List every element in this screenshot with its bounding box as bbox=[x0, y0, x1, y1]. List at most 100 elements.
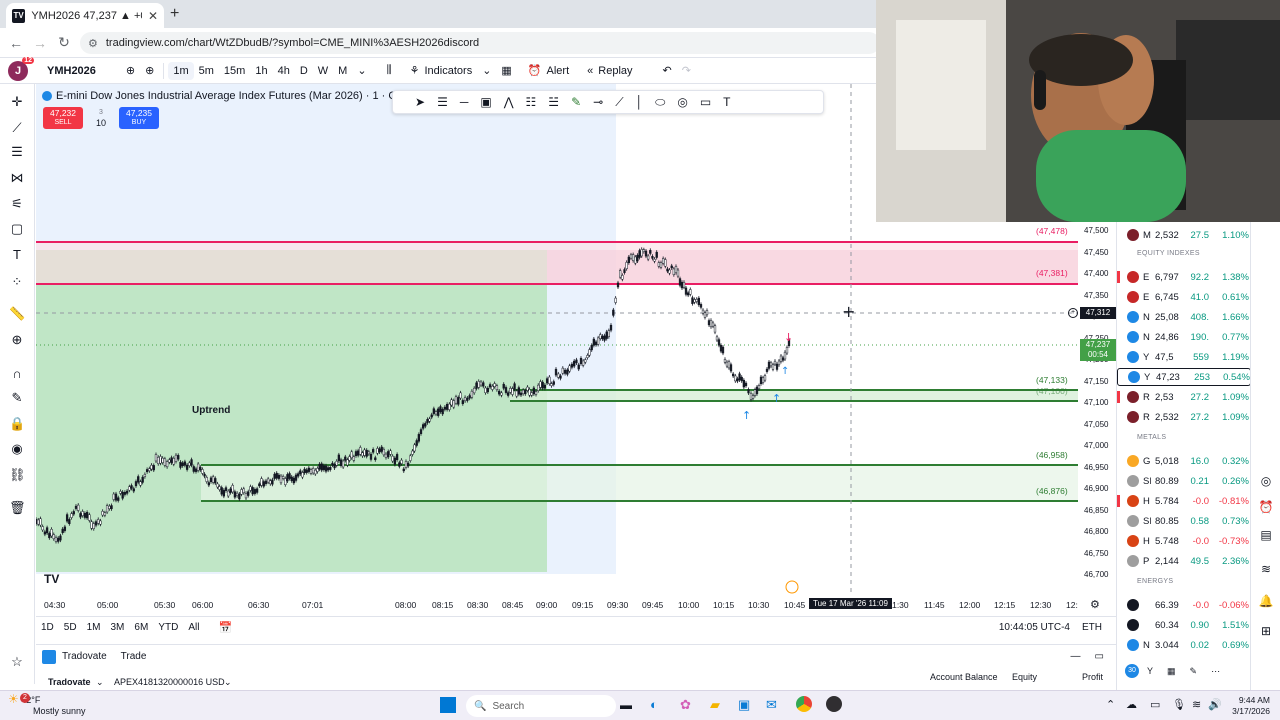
cursor-tool-icon[interactable]: ➤ bbox=[415, 95, 425, 109]
edit-icon[interactable]: ✎ bbox=[1190, 666, 1198, 677]
watchlist-row[interactable]: H 5.784 -0.0 -0.81% bbox=[1117, 492, 1251, 510]
microphone-icon[interactable]: 🎙 bbox=[1172, 698, 1186, 711]
indicators-dropdown-chevron-icon[interactable]: ⌄ bbox=[477, 64, 496, 77]
row-flag-marker[interactable] bbox=[1117, 495, 1120, 507]
trash-icon[interactable]: 🗑 bbox=[9, 500, 26, 516]
chrome-icon[interactable] bbox=[796, 696, 812, 712]
path-icon[interactable]: ⋀ bbox=[504, 95, 514, 109]
session-toggle[interactable]: ETH bbox=[1082, 622, 1102, 633]
replay-button[interactable]: Replay bbox=[598, 65, 637, 77]
apps-grid-icon[interactable]: ⊞ bbox=[1258, 624, 1274, 640]
row-flag-marker[interactable] bbox=[1117, 391, 1120, 403]
minimize-panel-icon[interactable]: — bbox=[1071, 651, 1081, 662]
site-info-icon[interactable]: ⚙ bbox=[88, 37, 98, 50]
account-select[interactable]: APEX4181320000016 USD bbox=[114, 677, 225, 687]
notifications-icon[interactable]: 🔔 bbox=[1258, 594, 1274, 610]
watchlist-row[interactable]: E 6,797 92.2 1.38% bbox=[1117, 268, 1251, 286]
quantity-field[interactable]: 3 10 bbox=[85, 108, 117, 128]
pattern-drawing-icon[interactable]: ⁘ bbox=[9, 274, 25, 290]
trendline-icon[interactable]: ⟋ bbox=[615, 95, 623, 110]
wifi-icon[interactable]: ≋ bbox=[1192, 698, 1201, 711]
rectangle-icon[interactable]: ▣ bbox=[480, 95, 491, 109]
alert-icon[interactable]: ⏰ bbox=[523, 64, 547, 77]
data-window-icon[interactable]: ▤ bbox=[1258, 528, 1274, 544]
trend-line-tool-icon[interactable]: ⟋ bbox=[9, 120, 25, 136]
row-flag-marker[interactable] bbox=[1117, 271, 1120, 283]
watchlist-row[interactable]: 66.39 -0.0 -0.06% bbox=[1117, 596, 1251, 614]
interval-dropdown-chevron-icon[interactable]: ⌄ bbox=[352, 64, 371, 77]
forecast-tool-icon[interactable]: ⚟ bbox=[9, 196, 25, 212]
watchlist-row[interactable]: E 6,745 41.0 0.61% bbox=[1117, 288, 1251, 306]
layout-icon[interactable]: ▦ bbox=[1167, 666, 1176, 677]
range-button-3m[interactable]: 3M bbox=[106, 622, 130, 633]
range-button-1d[interactable]: 1D bbox=[36, 622, 59, 633]
watchlist-star-icon[interactable]: ☆ bbox=[9, 654, 25, 670]
watchlist-section-header[interactable]: METALS bbox=[1125, 434, 1166, 441]
watchlist-row[interactable]: R 2,532 27.2 1.09% bbox=[1117, 408, 1251, 426]
account-select-chevron-icon[interactable]: ⌄ bbox=[224, 677, 232, 688]
watchlist-row[interactable]: N 3.044 0.02 0.69% bbox=[1117, 636, 1251, 654]
vertical-line-icon[interactable]: │ bbox=[636, 95, 644, 109]
back-icon[interactable]: ← bbox=[4, 35, 28, 51]
watchlist-row[interactable]: N 25,08 408. 1.66% bbox=[1117, 308, 1251, 326]
ruler-icon[interactable]: 📏 bbox=[9, 306, 25, 322]
obs-icon[interactable] bbox=[826, 696, 842, 712]
horizontal-ray-icon[interactable]: ⊸ bbox=[593, 95, 603, 109]
channel-icon[interactable]: ☷ bbox=[526, 95, 537, 109]
range-button-all[interactable]: All bbox=[183, 622, 204, 633]
zoom-icon[interactable]: ⊕ bbox=[9, 332, 25, 348]
watchlist-row[interactable]: M 2,532 27.5 1.10% bbox=[1117, 226, 1251, 244]
clock-label[interactable]: 10:44:05 UTC-4 bbox=[999, 622, 1070, 633]
ellipse-icon[interactable]: ⬭ bbox=[655, 95, 665, 110]
broker-tab[interactable]: Tradovate bbox=[62, 651, 107, 662]
taskbar-search[interactable]: 🔍 Search bbox=[466, 695, 616, 717]
interval-4h[interactable]: 4h bbox=[273, 65, 295, 77]
watchlist-row[interactable]: G 5,018 16.0 0.32% bbox=[1117, 452, 1251, 470]
crosshair-tool-icon[interactable]: ✛ bbox=[9, 94, 25, 110]
interval-d[interactable]: D bbox=[295, 65, 313, 77]
watchlist-row[interactable]: 60.34 0.90 1.51% bbox=[1117, 616, 1251, 634]
footer-symbol[interactable]: Y bbox=[1147, 666, 1153, 676]
windows-start-icon[interactable] bbox=[440, 697, 456, 713]
text-icon[interactable]: T bbox=[723, 95, 730, 109]
copilot-icon[interactable]: ✿ bbox=[680, 697, 691, 713]
watchlist-row[interactable]: H 5.748 -0.0 -0.73% bbox=[1117, 532, 1251, 550]
broker-select-chevron-icon[interactable]: ⌄ bbox=[96, 677, 104, 688]
alerts-panel-icon[interactable]: ⏰ bbox=[1258, 500, 1274, 516]
watchlist-section-header[interactable]: ENERGYS bbox=[1125, 578, 1173, 585]
footer-badge[interactable]: 30 bbox=[1125, 664, 1139, 678]
add-symbol-icon[interactable]: ⊕ bbox=[121, 64, 140, 77]
link-icon[interactable]: ⛓ bbox=[9, 467, 26, 483]
folder-icon[interactable]: ▰ bbox=[710, 697, 720, 713]
volume-icon[interactable]: 🔊 bbox=[1208, 698, 1222, 711]
interval-w[interactable]: W bbox=[313, 65, 333, 77]
weather-widget[interactable]: 2 ☀ 42°F Mostly sunny bbox=[8, 693, 86, 717]
uptrend-label[interactable]: Uptrend bbox=[192, 405, 230, 416]
pattern-tool-icon[interactable]: ⋈ bbox=[9, 170, 25, 186]
interval-1h[interactable]: 1h bbox=[250, 65, 272, 77]
watchlist-row[interactable]: SI 80.89 0.21 0.26% bbox=[1117, 472, 1251, 490]
brush-icon[interactable]: ✎ bbox=[571, 95, 581, 109]
fib-tool-icon[interactable]: ☰ bbox=[9, 144, 25, 160]
date-range-calendar-icon[interactable]: 📅 bbox=[218, 621, 232, 634]
redo-icon[interactable]: ↷ bbox=[677, 64, 696, 77]
interval-1m[interactable]: 1m bbox=[168, 61, 194, 80]
watchlist-row[interactable]: R 2,53 27.2 1.09% bbox=[1117, 388, 1251, 406]
replay-icon[interactable]: « bbox=[582, 65, 598, 77]
app-icon[interactable]: ✉ bbox=[766, 697, 777, 713]
callout-icon[interactable]: ▭ bbox=[700, 95, 711, 109]
add-alert-icon[interactable]: + bbox=[1068, 308, 1078, 318]
target-icon[interactable]: ◎ bbox=[1258, 474, 1274, 490]
horizontal-line-icon[interactable]: ─ bbox=[460, 95, 469, 109]
indicators-icon[interactable]: ⚘ bbox=[405, 64, 425, 77]
more-icon[interactable]: ⋯ bbox=[1211, 666, 1220, 677]
tray-chevron-icon[interactable]: ⌃ bbox=[1106, 698, 1115, 711]
interval-5m[interactable]: 5m bbox=[194, 65, 219, 77]
browser-tab[interactable]: TV YMH2026 47,237 ▲ +0.54% Tra ✕ bbox=[6, 3, 164, 28]
sell-button[interactable]: 47,232 SELL bbox=[43, 107, 83, 129]
shape-tool-icon[interactable]: ▢ bbox=[9, 221, 25, 237]
watchlist-row[interactable]: Y 47,23 253 0.54% bbox=[1117, 368, 1251, 386]
store-icon[interactable]: ▣ bbox=[738, 697, 750, 713]
range-button-ytd[interactable]: YTD bbox=[153, 622, 183, 633]
range-button-5d[interactable]: 5D bbox=[59, 622, 82, 633]
